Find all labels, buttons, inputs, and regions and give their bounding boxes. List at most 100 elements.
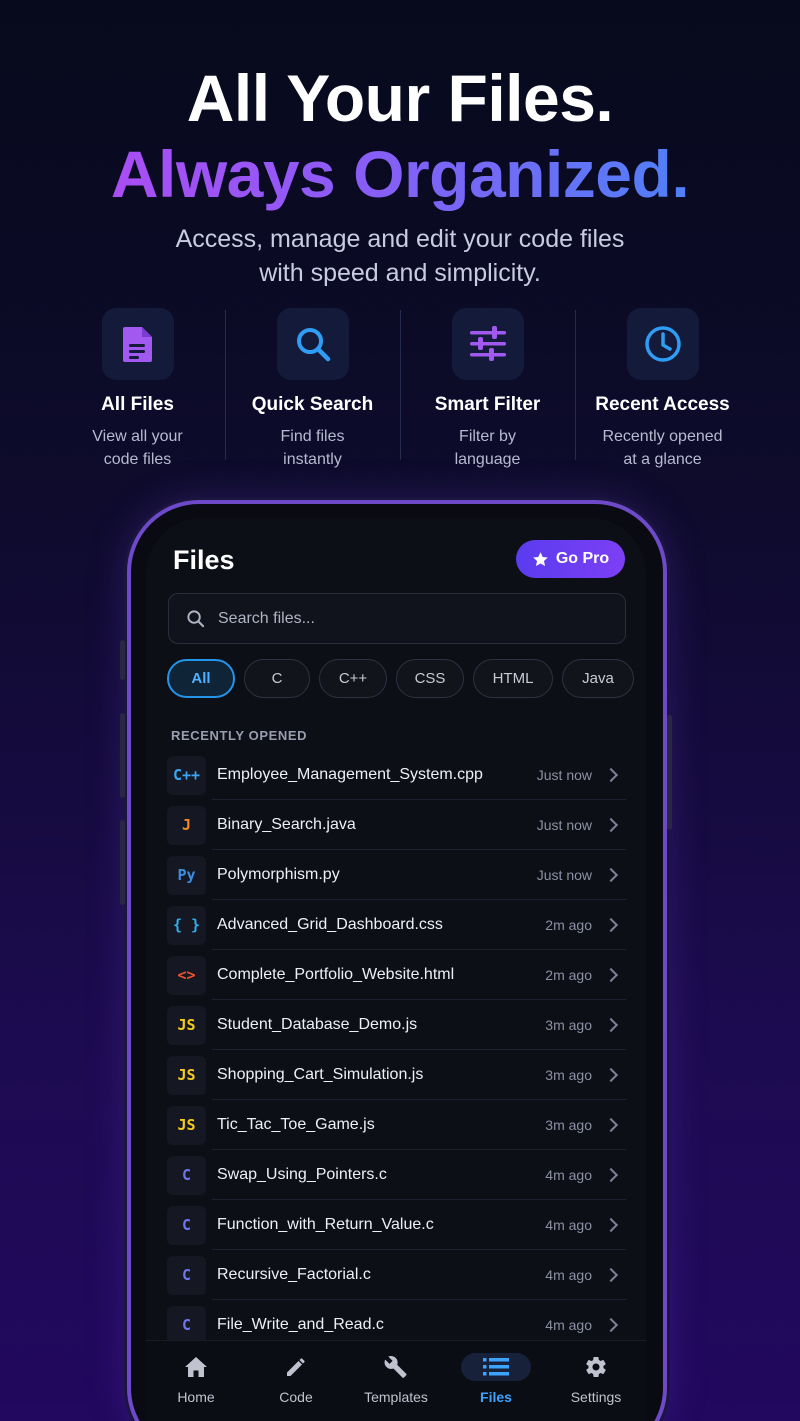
chevron-right-icon [603, 1067, 619, 1083]
tab-files[interactable]: Files [446, 1341, 546, 1421]
sliders-icon [451, 308, 524, 380]
search-icon [187, 610, 205, 628]
file-name: File_Write_and_Read.c [217, 1316, 384, 1333]
chevron-right-icon [603, 1017, 619, 1033]
feature-desc-line-1: Find files [280, 428, 345, 445]
chevron-right-icon [603, 767, 619, 783]
file-row[interactable]: Py Polymorphism.py Just now [167, 850, 626, 900]
feature-all-files: All Files View all your code files [50, 308, 225, 478]
feature-desc-line-2: language [454, 451, 521, 468]
feature-desc-line-1: Recently opened [602, 428, 723, 445]
file-list: C++ Employee_Management_System.cpp Just no… [167, 750, 626, 1350]
file-time: 4m ago [545, 1267, 592, 1283]
file-name: Tic_Tac_Toe_Game.js [217, 1116, 375, 1133]
file-name: Shopping_Cart_Simulation.js [217, 1066, 424, 1083]
search-icon [276, 308, 349, 380]
file-type-badge: C [167, 1205, 206, 1245]
tab-label: Templates [364, 1389, 428, 1405]
filter-chip-all[interactable]: All [167, 659, 235, 698]
list-icon [461, 1353, 531, 1381]
feature-row: All Files View all your code files Quick… [50, 308, 750, 478]
file-row[interactable]: C Function_with_Return_Value.c 4m ago [167, 1200, 626, 1250]
filter-chip-cpp[interactable]: C++ [319, 659, 387, 698]
file-time: 3m ago [545, 1017, 592, 1033]
feature-title: Quick Search [251, 394, 374, 415]
hero: All Your Files. Always Organized. Access… [0, 60, 800, 290]
file-time: 2m ago [545, 917, 592, 933]
file-name: Swap_Using_Pointers.c [217, 1166, 387, 1183]
search-input[interactable]: Search files... [168, 593, 626, 644]
file-name: Function_with_Return_Value.c [217, 1216, 434, 1233]
hero-subtitle: Access, manage and edit your code files … [0, 222, 800, 290]
filter-chip-c[interactable]: C [244, 659, 310, 698]
file-type-badge: C [167, 1255, 206, 1295]
file-row[interactable]: C++ Employee_Management_System.cpp Just no… [167, 750, 626, 800]
file-time: 2m ago [545, 967, 592, 983]
tab-home[interactable]: Home [146, 1341, 246, 1421]
phone-side-button [120, 640, 125, 680]
feature-title: Smart Filter [434, 394, 541, 415]
file-name: Recursive_Factorial.c [217, 1266, 371, 1283]
tab-templates[interactable]: Templates [346, 1341, 446, 1421]
bottom-tab-bar: Home Code Templates Files Settings [146, 1340, 646, 1421]
file-row[interactable]: JS Shopping_Cart_Simulation.js 3m ago [167, 1050, 626, 1100]
chevron-right-icon [603, 1267, 619, 1283]
file-row[interactable]: C Recursive_Factorial.c 4m ago [167, 1250, 626, 1300]
file-type-badge: C++ [167, 755, 206, 795]
filter-chip-java[interactable]: Java [562, 659, 634, 698]
file-icon [101, 308, 174, 380]
feature-desc: Filter by language [423, 425, 553, 471]
phone-side-button [667, 715, 672, 830]
feature-title: Recent Access [595, 394, 730, 415]
phone-side-button [120, 713, 125, 798]
filter-chip-css[interactable]: CSS [396, 659, 464, 698]
search-placeholder: Search files... [218, 609, 315, 627]
filter-chips: All C C++ CSS HTML Java [167, 659, 646, 698]
headline-line-2: Always Organized. [0, 136, 800, 212]
feature-desc: Recently opened at a glance [598, 425, 728, 471]
file-name: Student_Database_Demo.js [217, 1016, 418, 1033]
feature-desc: Find files instantly [248, 425, 378, 471]
tab-settings[interactable]: Settings [546, 1341, 646, 1421]
wrench-icon [372, 1353, 420, 1381]
subtitle-line-2: with speed and simplicity. [259, 259, 541, 287]
file-time: Just now [536, 767, 592, 783]
file-row[interactable]: J Binary_Search.java Just now [167, 800, 626, 850]
file-time: Just now [536, 867, 592, 883]
file-type-badge: <> [167, 955, 206, 995]
file-type-badge: JS [167, 1005, 206, 1045]
filter-chip-html[interactable]: HTML [473, 659, 553, 698]
gear-icon [572, 1353, 620, 1381]
feature-recent-access: Recent Access Recently opened at a glanc… [575, 308, 750, 478]
go-pro-button[interactable]: Go Pro [516, 540, 625, 578]
star-icon [533, 551, 548, 566]
file-name: Advanced_Grid_Dashboard.css [217, 916, 443, 933]
tab-label: Home [177, 1389, 215, 1405]
chevron-right-icon [603, 1217, 619, 1233]
file-row[interactable]: C Swap_Using_Pointers.c 4m ago [167, 1150, 626, 1200]
file-row[interactable]: { } Advanced_Grid_Dashboard.css 2m ago [167, 900, 626, 950]
tab-label: Settings [570, 1389, 622, 1405]
file-type-badge: { } [167, 905, 206, 945]
feature-desc-line-1: View all your [92, 428, 183, 445]
home-icon [172, 1353, 220, 1381]
headline-line-1: All Your Files. [186, 61, 614, 135]
file-row[interactable]: <> Complete_Portfolio_Website.html 2m ago [167, 950, 626, 1000]
tab-label: Files [480, 1389, 512, 1405]
feature-quick-search: Quick Search Find files instantly [225, 308, 400, 478]
chevron-right-icon [603, 917, 619, 933]
file-time: 4m ago [545, 1217, 592, 1233]
chevron-right-icon [603, 967, 619, 983]
pencil-icon [272, 1353, 320, 1381]
chevron-right-icon [603, 867, 619, 883]
tab-code[interactable]: Code [246, 1341, 346, 1421]
file-type-badge: JS [167, 1055, 206, 1095]
file-time: 3m ago [545, 1067, 592, 1083]
file-name: Polymorphism.py [217, 866, 340, 883]
phone-side-button [120, 820, 125, 905]
chevron-right-icon [603, 1167, 619, 1183]
file-row[interactable]: JS Student_Database_Demo.js 3m ago [167, 1000, 626, 1050]
chevron-right-icon [603, 817, 619, 833]
file-row[interactable]: JS Tic_Tac_Toe_Game.js 3m ago [167, 1100, 626, 1150]
chevron-right-icon [603, 1317, 619, 1333]
